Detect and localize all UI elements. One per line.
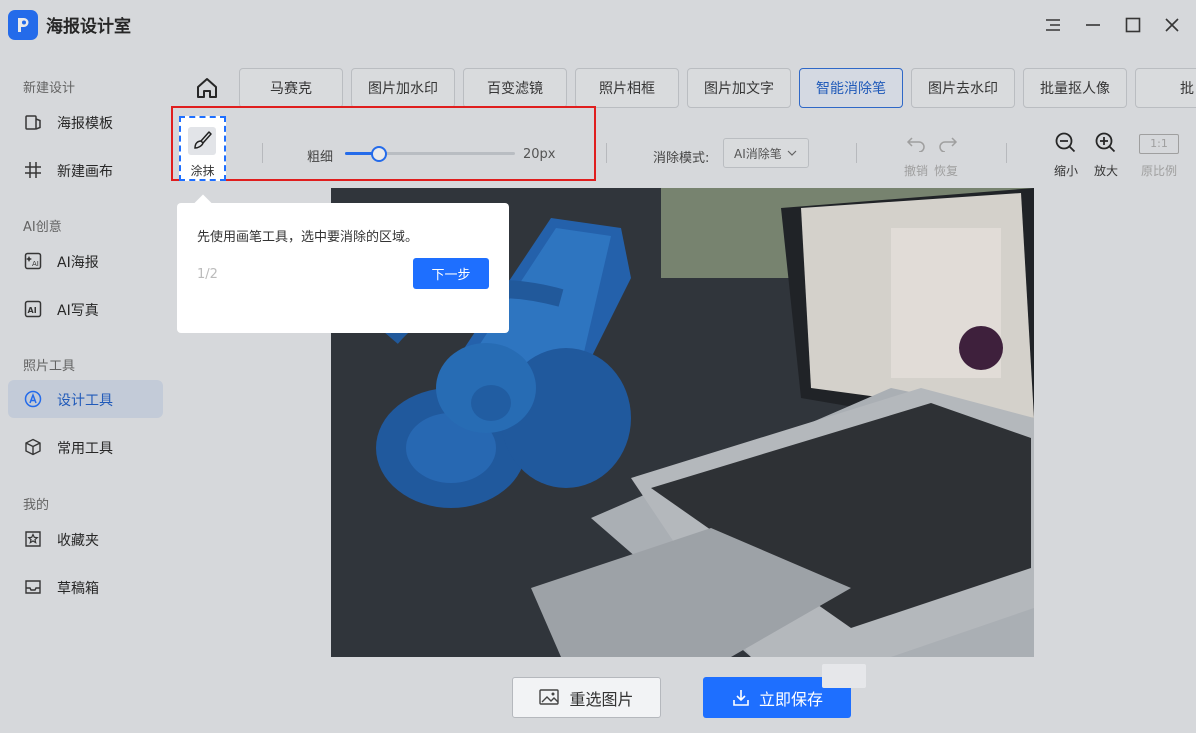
redo-label: 恢复: [934, 164, 959, 178]
tab-batch-cutout[interactable]: 批量抠人像: [1023, 68, 1127, 108]
ai-poster-icon: AI: [24, 252, 42, 270]
home-icon: [197, 78, 217, 98]
sidebar-section-title: 新建设计: [23, 81, 76, 96]
image-icon: [539, 688, 560, 705]
svg-text:AI: AI: [32, 260, 39, 268]
sidebar-item-label: 设计工具: [57, 393, 113, 409]
ai-portrait-icon: AI: [24, 300, 42, 318]
tooltip-step-counter: 1/2: [197, 267, 218, 282]
tool-tabs: 马赛克 图片加水印 百变滤镜 照片相框 图片加文字 智能消除笔 图片去水印 批量…: [238, 68, 1196, 108]
next-step-button[interactable]: 下一步: [413, 258, 489, 289]
menu-icon: [1046, 19, 1060, 31]
minimize-button[interactable]: [1080, 12, 1106, 38]
sidebar-item-label: 常用工具: [57, 441, 113, 457]
sidebar-section-title: AI创意: [23, 220, 62, 235]
tab-mosaic[interactable]: 马赛克: [239, 68, 343, 108]
redo-button[interactable]: 恢复: [933, 132, 961, 178]
sidebar-item-label: 海报模板: [57, 116, 113, 132]
smear-label: 涂抹: [190, 164, 215, 178]
guide-highlight-frame: [171, 106, 596, 181]
smear-tool-button[interactable]: 涂抹: [179, 116, 226, 181]
smear-icon-wrap: [188, 127, 216, 155]
ratio-badge: 1:1: [1139, 134, 1179, 154]
mode-select-value: AI消除笔: [734, 146, 782, 161]
zoom-out-icon: [1055, 132, 1076, 153]
redo-icon: [939, 137, 958, 152]
sidebar-item-design-tools[interactable]: 设计工具: [8, 380, 163, 418]
zoom-in-icon: [1095, 132, 1116, 153]
sidebar-item-label: 草稿箱: [57, 581, 99, 597]
tab-add-watermark[interactable]: 图片加水印: [351, 68, 455, 108]
sidebar-item-common-tools[interactable]: 常用工具: [8, 428, 163, 466]
tab-add-text[interactable]: 图片加文字: [687, 68, 791, 108]
tooltip-message: 先使用画笔工具，选中要消除的区域。: [197, 230, 419, 245]
zoom-in-label: 放大: [1094, 164, 1119, 178]
ratio-label: 原比例: [1141, 164, 1178, 178]
zoom-out-label: 缩小: [1054, 164, 1079, 178]
sidebar-item-favorites[interactable]: 收藏夹: [8, 520, 163, 558]
blurred-placeholder: [822, 664, 866, 688]
title-bar: 海报设计室: [0, 0, 1196, 50]
reselect-label: 重选图片: [569, 689, 634, 709]
undo-button[interactable]: 撤销: [903, 132, 931, 178]
hash-canvas-icon: [25, 162, 41, 178]
sidebar-item-label: AI写真: [57, 303, 99, 319]
maximize-button[interactable]: [1120, 12, 1146, 38]
download-icon: [733, 689, 749, 706]
onboarding-tooltip: 先使用画笔工具，选中要消除的区域。 1/2 下一步: [177, 194, 509, 333]
sidebar-item-poster-template[interactable]: 海报模板: [8, 103, 163, 141]
save-label: 立即保存: [758, 689, 823, 709]
mode-label: 消除模式:: [653, 151, 710, 166]
sidebar-item-drafts[interactable]: 草稿箱: [8, 568, 163, 606]
undo-icon: [906, 137, 925, 152]
compass-icon: [24, 390, 42, 408]
sidebar-section-title: 照片工具: [23, 359, 76, 374]
poster-template-icon: [25, 115, 41, 130]
tab-more[interactable]: 批: [1135, 68, 1196, 108]
sidebar-item-label: 新建画布: [57, 164, 113, 180]
cube-icon: [25, 438, 41, 456]
sidebar-item-new-canvas[interactable]: 新建画布: [8, 151, 163, 189]
tab-smart-eraser[interactable]: 智能消除笔: [799, 68, 903, 108]
tooltip-arrow: [194, 194, 212, 212]
star-icon: [25, 531, 41, 547]
chevron-down-icon: [787, 150, 797, 156]
undo-label: 撤销: [904, 164, 929, 178]
sidebar-section-title: 我的: [23, 498, 50, 513]
sidebar-item-label: 收藏夹: [57, 533, 99, 549]
mode-select[interactable]: AI消除笔: [723, 138, 809, 168]
sidebar-item-ai-poster[interactable]: AI AI海报: [8, 242, 163, 280]
close-button[interactable]: [1159, 12, 1185, 38]
sidebar: 新建设计 海报模板 新建画布 AI创意 AI AI海报 AI AI写真 照片工具…: [0, 50, 172, 733]
toolbar-divider: [606, 143, 607, 163]
close-icon: [1165, 18, 1179, 32]
logo-p-icon: [18, 18, 29, 32]
sidebar-item-ai-portrait[interactable]: AI AI写真: [8, 290, 163, 328]
svg-text:AI: AI: [28, 306, 37, 315]
reselect-image-button[interactable]: 重选图片: [512, 677, 661, 718]
inbox-icon: [25, 580, 41, 594]
toolbar-divider: [1006, 143, 1007, 163]
tab-filters[interactable]: 百变滤镜: [463, 68, 567, 108]
brush-icon: [194, 131, 212, 149]
minimize-icon: [1086, 24, 1100, 26]
zoom-out-button[interactable]: 缩小: [1052, 131, 1080, 178]
menu-button[interactable]: [1040, 12, 1066, 38]
tab-remove-watermark[interactable]: 图片去水印: [911, 68, 1015, 108]
maximize-icon: [1125, 17, 1141, 33]
zoom-in-button[interactable]: 放大: [1092, 131, 1120, 178]
app-logo: [8, 10, 38, 40]
toolbar-divider: [856, 143, 857, 163]
original-ratio-button[interactable]: 1:1 原比例: [1139, 134, 1179, 178]
tab-photo-frame[interactable]: 照片相框: [575, 68, 679, 108]
sidebar-item-label: AI海报: [57, 255, 99, 271]
app-title: 海报设计室: [46, 17, 131, 37]
home-button[interactable]: [195, 76, 219, 100]
